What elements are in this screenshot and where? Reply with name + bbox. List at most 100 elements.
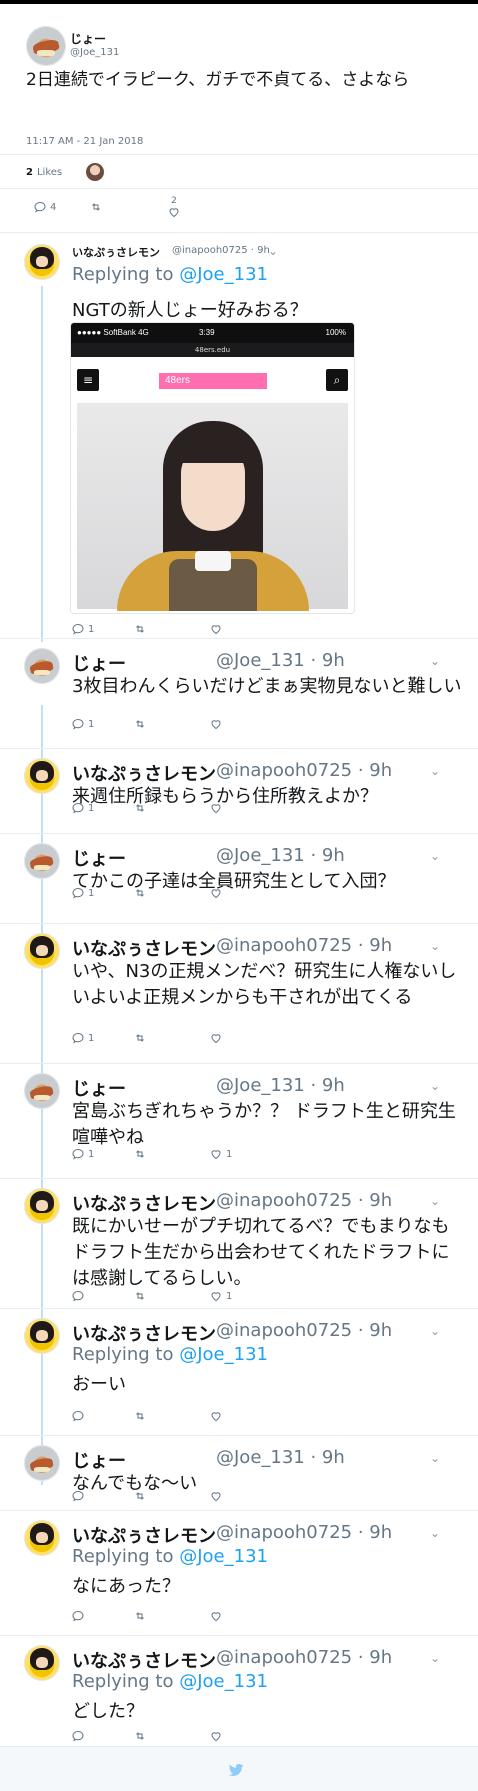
author-name[interactable]: いなぷぅさレモン bbox=[72, 1522, 216, 1548]
tweet-text: 既にかいせーがプチ切れてるべ？でもまりなもドラフト生だから出会わせてくれたドラフ… bbox=[72, 1216, 450, 1289]
reply-action[interactable] bbox=[72, 1490, 88, 1502]
reply-action[interactable]: 1 bbox=[72, 623, 94, 635]
author-avatar[interactable] bbox=[24, 1188, 60, 1224]
author-handle[interactable]: @inapooh0725 · 9h bbox=[172, 245, 270, 256]
reply-icon bbox=[34, 201, 46, 213]
like-action[interactable]: 1 bbox=[210, 1148, 232, 1160]
author-avatar[interactable] bbox=[26, 26, 66, 66]
replying-to-link[interactable]: @Joe_131 bbox=[179, 1546, 268, 1567]
author-handle[interactable]: @inapooh0725 · 9h bbox=[216, 1320, 392, 1341]
author-avatar[interactable] bbox=[24, 843, 60, 879]
author-name[interactable]: いなぷぅさレモン bbox=[72, 1320, 216, 1346]
reply-action[interactable]: 1 bbox=[72, 887, 94, 899]
reply-action[interactable]: 1 bbox=[72, 1148, 94, 1160]
chevron-down-icon[interactable]: ⌄ bbox=[430, 1651, 440, 1665]
author-handle[interactable]: @Joe_131 · 9h bbox=[216, 650, 345, 671]
author-avatar[interactable] bbox=[24, 1445, 60, 1481]
retweet-action[interactable] bbox=[134, 718, 150, 730]
author-name[interactable]: じょー bbox=[72, 1075, 126, 1101]
reply-action[interactable] bbox=[72, 1290, 88, 1302]
replying-to-link[interactable]: @Joe_131 bbox=[179, 1671, 268, 1692]
retweet-action[interactable] bbox=[134, 1410, 150, 1422]
twitter-bird-icon[interactable] bbox=[227, 1761, 245, 1779]
author-handle[interactable]: @Joe_131 bbox=[70, 47, 119, 58]
chevron-down-icon[interactable]: ⌄ bbox=[430, 1324, 440, 1338]
author-avatar[interactable] bbox=[24, 1520, 60, 1556]
like-action[interactable] bbox=[210, 1032, 226, 1044]
retweet-action[interactable] bbox=[134, 1610, 150, 1622]
like-action[interactable]: 2 bbox=[168, 196, 180, 218]
reply-action[interactable] bbox=[72, 1610, 88, 1622]
like-action[interactable] bbox=[210, 887, 226, 899]
chevron-down-icon[interactable]: ⌄ bbox=[430, 1526, 440, 1540]
retweet-action[interactable] bbox=[134, 802, 150, 814]
author-name[interactable]: じょー bbox=[72, 845, 126, 871]
reply-action[interactable]: 1 bbox=[72, 718, 94, 730]
author-avatar[interactable] bbox=[24, 1645, 60, 1681]
chevron-down-icon[interactable]: ⌄ bbox=[430, 1451, 440, 1465]
author-handle[interactable]: @inapooh0725 · 9h bbox=[216, 1647, 392, 1668]
likes-count[interactable]: 2 bbox=[26, 167, 33, 178]
author-name[interactable]: いなぷぅさレモン bbox=[72, 1647, 216, 1673]
reply-icon bbox=[72, 802, 84, 814]
reply-action[interactable]: 1 bbox=[72, 802, 94, 814]
reply-action[interactable] bbox=[72, 1410, 88, 1422]
retweet-icon bbox=[136, 1412, 144, 1420]
author-name[interactable]: いなぷぅさレモン bbox=[72, 244, 160, 260]
author-handle[interactable]: @Joe_131 · 9h bbox=[216, 1447, 345, 1468]
author-avatar[interactable] bbox=[24, 1318, 60, 1354]
author-handle[interactable]: @inapooh0725 · 9h bbox=[216, 760, 392, 781]
author-handle[interactable]: @inapooh0725 · 9h bbox=[216, 935, 392, 956]
author-handle[interactable]: @Joe_131 · 9h bbox=[216, 1075, 345, 1096]
divider bbox=[0, 1063, 478, 1064]
author-avatar[interactable] bbox=[24, 648, 60, 684]
like-action[interactable] bbox=[210, 623, 226, 635]
tweet-timestamp[interactable]: 11:17 AM - 21 Jan 2018 bbox=[26, 136, 143, 147]
author-handle[interactable]: @inapooh0725 · 9h bbox=[216, 1522, 392, 1543]
author-name[interactable]: じょー bbox=[72, 650, 126, 676]
replying-to-link[interactable]: @Joe_131 bbox=[179, 264, 268, 285]
author-avatar[interactable] bbox=[24, 933, 60, 969]
like-action[interactable] bbox=[210, 1410, 226, 1422]
heart-icon bbox=[211, 1612, 221, 1622]
tweet-photo[interactable]: ●●●●● SoftBank 4G 3:39 100% 48ers.edu ≡ 48ers… bbox=[70, 322, 355, 614]
chevron-down-icon[interactable]: ⌄ bbox=[430, 1194, 440, 1208]
retweet-action[interactable] bbox=[90, 201, 106, 213]
author-name[interactable]: いなぷぅさレモン bbox=[72, 760, 216, 786]
author-name[interactable]: じょー bbox=[72, 1447, 126, 1473]
replying-to-link[interactable]: @Joe_131 bbox=[179, 1344, 268, 1365]
likes-label[interactable]: Likes bbox=[37, 167, 62, 178]
author-name[interactable]: いなぷぅさレモン bbox=[72, 1190, 216, 1216]
like-action[interactable] bbox=[210, 1490, 226, 1502]
retweet-action[interactable] bbox=[134, 623, 150, 635]
author-handle[interactable]: @Joe_131 · 9h bbox=[216, 845, 345, 866]
like-action[interactable] bbox=[210, 1730, 226, 1742]
author-avatar[interactable] bbox=[24, 244, 60, 280]
retweet-action[interactable] bbox=[134, 1148, 150, 1160]
like-action[interactable] bbox=[210, 718, 226, 730]
chevron-down-icon[interactable]: ⌄ bbox=[430, 1079, 440, 1093]
chevron-down-icon[interactable]: ⌄ bbox=[430, 849, 440, 863]
retweet-action[interactable] bbox=[134, 1490, 150, 1502]
retweet-action[interactable] bbox=[134, 1290, 150, 1302]
retweet-action[interactable] bbox=[134, 887, 150, 899]
like-action[interactable] bbox=[210, 1610, 226, 1622]
chevron-down-icon[interactable]: ⌄ bbox=[430, 654, 440, 668]
author-avatar[interactable] bbox=[24, 1073, 60, 1109]
retweet-icon bbox=[92, 203, 100, 211]
like-action[interactable]: 1 bbox=[210, 1290, 232, 1302]
retweet-action[interactable] bbox=[134, 1730, 150, 1742]
chevron-down-icon[interactable]: ⌄ bbox=[430, 764, 440, 778]
chevron-down-icon[interactable]: ⌄ bbox=[430, 939, 440, 953]
reply-action[interactable] bbox=[72, 1730, 88, 1742]
reply-action[interactable]: 4 bbox=[34, 201, 56, 213]
liker-avatar[interactable] bbox=[86, 163, 105, 181]
like-action[interactable] bbox=[210, 802, 226, 814]
author-avatar[interactable] bbox=[24, 758, 60, 794]
author-name[interactable]: じょー bbox=[70, 30, 106, 47]
chevron-down-icon[interactable]: ⌄ bbox=[268, 244, 278, 258]
retweet-action[interactable] bbox=[134, 1032, 150, 1044]
reply-action[interactable]: 1 bbox=[72, 1032, 94, 1044]
author-handle[interactable]: @inapooh0725 · 9h bbox=[216, 1190, 392, 1211]
author-name[interactable]: いなぷぅさレモン bbox=[72, 935, 216, 961]
